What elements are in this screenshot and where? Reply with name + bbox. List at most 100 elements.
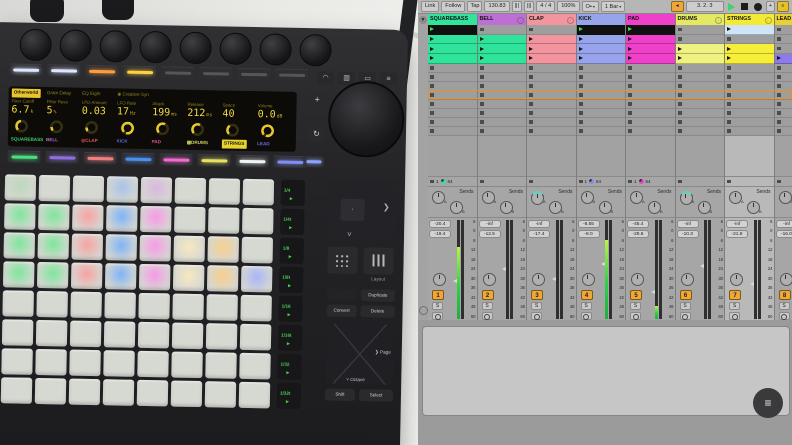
track-header[interactable]: PAD [626,14,675,25]
fold-circle-icon[interactable]: · [765,17,772,24]
master-encoder[interactable] [328,80,405,157]
clip-slot[interactable] [626,54,675,64]
arm-record-button[interactable] [482,312,493,320]
pad[interactable] [37,262,68,289]
solo-button[interactable]: S [680,302,691,310]
strip-button[interactable] [7,150,40,163]
empty-clip-slot[interactable] [428,118,477,127]
clip-slot[interactable] [478,35,527,45]
pad[interactable] [70,321,101,348]
pad[interactable] [172,323,203,350]
empty-clip-slot[interactable] [676,25,725,35]
solo-button[interactable]: S [432,302,443,310]
empty-clip-slot[interactable] [676,118,725,127]
track-status-field[interactable]: 164 [428,176,477,187]
clip-slot[interactable] [428,44,477,54]
pad[interactable] [105,263,136,290]
empty-clip-slot[interactable] [676,82,725,91]
fold-circle-icon[interactable]: · [567,17,574,24]
shift-button[interactable]: Shift [325,388,355,401]
strip-button[interactable] [275,68,308,81]
pad[interactable] [240,295,271,322]
menu-icon[interactable]: ≡ [380,72,397,85]
empty-clip-slot[interactable] [775,82,792,91]
empty-clip-slot[interactable] [775,25,792,35]
clip-slot[interactable] [478,54,527,64]
fixed-length-button[interactable] [327,288,357,301]
clip-slot[interactable] [775,54,792,64]
clip-slot[interactable] [577,35,626,45]
pad[interactable] [103,379,134,406]
preview-cue-icon[interactable] [419,306,428,315]
strip-button[interactable] [85,65,118,78]
track-activator-button[interactable]: 8 [779,290,791,300]
extra-strip-button[interactable] [303,156,323,167]
track-status-field[interactable] [478,176,527,187]
pad[interactable] [140,206,171,233]
pad[interactable] [242,208,273,235]
empty-clip-slot[interactable] [626,127,675,136]
pan-knob[interactable] [433,273,446,286]
pad[interactable] [239,382,270,409]
empty-clip-slot[interactable] [725,118,774,127]
play-button[interactable] [728,3,735,11]
empty-clip-slot[interactable] [676,64,725,73]
arm-record-button[interactable] [630,312,641,320]
clip-stop-button[interactable] [678,180,682,184]
pad[interactable] [138,293,169,320]
clip-slot-playing[interactable] [626,25,675,35]
empty-clip-slot[interactable] [626,82,675,91]
encoder-knob[interactable] [219,32,252,65]
repeat-rate-button[interactable]: 1/16t▶ [278,325,302,351]
empty-clip-slot[interactable] [527,91,576,100]
pad[interactable] [106,234,137,261]
arm-record-button[interactable] [729,312,740,320]
clip-slot[interactable] [428,54,477,64]
clip-stop-button[interactable] [430,180,434,184]
key-map-icon[interactable]: ≡ [777,1,789,12]
encoder-knob[interactable] [59,29,92,62]
pan-knob[interactable] [582,273,595,286]
empty-clip-slot[interactable] [428,100,477,109]
empty-clip-slot[interactable] [478,82,527,91]
pad[interactable] [2,319,33,346]
empty-clip-slot[interactable] [775,118,792,127]
pad[interactable] [70,292,101,319]
track-header[interactable]: SQUAREBASS [428,14,477,25]
empty-clip-slot[interactable] [577,118,626,127]
clip-slot[interactable] [428,35,477,45]
pad[interactable] [208,207,239,234]
pan-knob[interactable] [730,273,743,286]
clip-slot[interactable] [626,35,675,45]
volume-field[interactable]: -19.4 [429,230,451,238]
clip-slot[interactable] [527,35,576,45]
track-activator-button[interactable]: 6 [680,290,692,300]
pad[interactable] [4,203,35,230]
empty-clip-slot[interactable] [527,64,576,73]
track-header[interactable]: DRUMS· [676,14,725,25]
volume-fader-handle[interactable] [651,290,655,294]
add-button[interactable]: + [766,1,775,12]
arm-record-button[interactable] [779,312,790,320]
pad[interactable] [104,292,135,319]
nudge-down-button[interactable]: ||| [512,1,522,12]
refresh-button[interactable]: ↻ [308,127,325,141]
track-activator-button[interactable]: 3 [531,290,543,300]
clip-stop-button[interactable] [579,180,583,184]
fold-arrow-icon[interactable]: ▼ [419,16,427,24]
empty-clip-slot[interactable] [527,82,576,91]
pad[interactable] [239,353,270,380]
empty-clip-slot[interactable] [428,82,477,91]
empty-clip-slot[interactable] [775,109,792,118]
solo-button[interactable]: S [729,302,740,310]
track-activator-button[interactable]: 5 [630,290,642,300]
track-status-field[interactable]: 164 [626,176,675,187]
strip-button[interactable] [235,155,268,168]
solo-button[interactable]: S [581,302,592,310]
empty-clip-slot[interactable] [725,109,774,118]
clip-slot[interactable] [676,54,725,64]
track-status-field[interactable]: 164 [577,176,626,187]
empty-clip-slot[interactable] [626,109,675,118]
empty-clip-slot[interactable] [428,91,477,100]
pad[interactable] [5,174,36,201]
